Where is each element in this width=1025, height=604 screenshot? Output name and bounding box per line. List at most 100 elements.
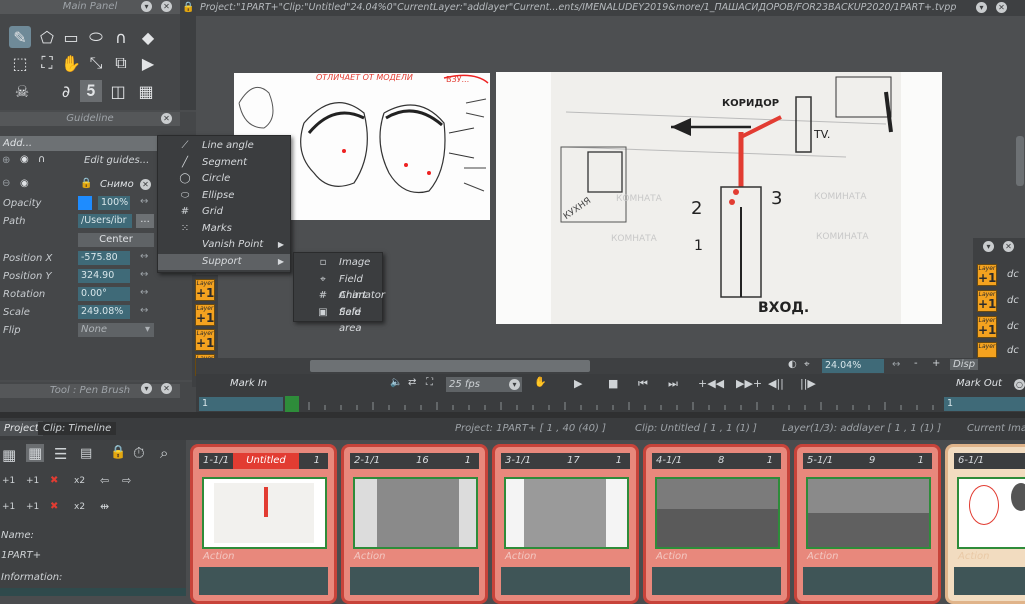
clip-action-label[interactable]: Action — [807, 551, 839, 562]
menu-item-field-chart[interactable]: ⌖ Field Chart — [294, 272, 382, 302]
delete-button[interactable]: ✖ — [50, 501, 58, 512]
flip-select[interactable]: None ▾ — [78, 323, 154, 337]
collapse-icon[interactable]: ⊖ — [2, 178, 10, 189]
next-key-button[interactable]: ▶▶+ — [736, 377, 762, 390]
frame-out-field[interactable]: 1 — [944, 397, 1025, 411]
eraser-tool-icon[interactable]: ◆ — [137, 26, 159, 48]
lock-icon[interactable]: 🔒 — [110, 445, 126, 460]
menu-item-animator-field[interactable]: # Animator field — [294, 288, 385, 318]
clip-notes-field[interactable] — [199, 567, 328, 595]
menu-item-support[interactable]: Support ▶ — [158, 253, 290, 270]
fullscreen-icon[interactable]: ⛶ — [426, 377, 433, 388]
horizontal-scrollbar[interactable] — [310, 360, 590, 372]
thumbnail-view-icon[interactable]: ▤ — [80, 446, 92, 461]
remove-guide-icon[interactable]: ✕ — [140, 179, 151, 190]
hand-scrub-icon[interactable]: ✋ — [534, 377, 546, 388]
collapse-icon[interactable]: ▾ — [141, 383, 152, 394]
clip-notes-field[interactable] — [803, 567, 932, 595]
menu-item-marks[interactable]: ⁙ Marks — [158, 221, 290, 238]
add-layer-button[interactable]: Layer — [977, 342, 997, 358]
clip-card[interactable]: 1-1/1 Untitled 1 Action — [190, 444, 337, 604]
zoom-in-button[interactable]: + — [932, 358, 940, 369]
menu-item-circle[interactable]: ◯ Circle — [158, 171, 290, 188]
center-button[interactable]: Center — [78, 233, 154, 247]
playhead[interactable] — [285, 396, 299, 412]
magnet-icon[interactable]: ∩ — [38, 154, 45, 165]
warp-tool-icon[interactable]: ⧉ — [110, 52, 132, 74]
eye-icon[interactable]: ◉ — [20, 178, 29, 189]
clip-card[interactable]: 5-1/1 9 1 Action — [794, 444, 941, 604]
position-x-field[interactable]: -575.80 — [78, 251, 130, 265]
move-right-icon[interactable]: ⇨ — [122, 474, 131, 487]
move-left-icon[interactable]: ⇦ — [100, 474, 109, 487]
guide-layer-row[interactable]: ⊖ ◉ 🔒 Снимо ✕ — [0, 178, 158, 192]
collapse-icon[interactable]: ▾ — [976, 2, 987, 13]
add-scene-button[interactable]: +1 — [26, 502, 39, 512]
lock-icon[interactable]: 🔒 — [80, 178, 92, 189]
close-icon[interactable]: ✕ — [161, 113, 172, 124]
clip-thumbnail[interactable] — [202, 477, 327, 549]
collapse-icon[interactable]: ▾ — [983, 241, 994, 252]
scale-field[interactable]: 249.08% — [78, 305, 130, 319]
clip-card[interactable]: 3-1/1 17 1 Action — [492, 444, 639, 604]
path-field[interactable]: /Users/ibr — [78, 214, 132, 228]
fps-select[interactable]: 25 fps ▾ — [446, 377, 522, 392]
clip-thumbnail[interactable] — [353, 477, 478, 549]
fill-tool-icon[interactable]: ⬠ — [36, 26, 58, 48]
tab-project[interactable]: Project — [0, 421, 43, 436]
project-name[interactable]: 1PART+ — [1, 550, 41, 561]
selection-tool-icon[interactable]: ⬚ — [9, 52, 31, 74]
camera-tool-icon[interactable]: ▶ — [137, 52, 159, 74]
add-layer-button[interactable]: Layer+1 — [977, 264, 997, 286]
rectangle-tool-icon[interactable]: ▭ — [60, 26, 82, 48]
zoom-fit-icon[interactable]: ◐ — [788, 359, 797, 370]
eye-icon[interactable]: ◉ — [20, 154, 29, 165]
vertical-scrollbar[interactable] — [1016, 136, 1024, 186]
close-icon[interactable]: ✕ — [1003, 241, 1014, 252]
clip-name[interactable]: 17 — [567, 453, 580, 469]
add-layer-button[interactable]: Layer+1 — [977, 290, 997, 312]
zoom-field[interactable]: 24.04% — [822, 359, 884, 373]
clip-notes-field[interactable] — [954, 567, 1025, 595]
add-layer-button[interactable]: Layer+1 — [195, 329, 215, 351]
stepper-icon[interactable]: ↔ — [140, 251, 148, 262]
grid-tool-icon[interactable]: ▦ — [135, 80, 157, 102]
position-y-field[interactable]: 324.90 — [78, 269, 130, 283]
menu-item-safe-area[interactable]: ▣ Safe area — [294, 305, 382, 335]
add-dropdown[interactable]: Add... — [0, 136, 158, 151]
stepper-icon[interactable]: ↔ — [892, 359, 900, 370]
play-button[interactable]: ▶ — [574, 377, 582, 390]
transform-tool-icon[interactable]: ⤡ — [85, 52, 107, 74]
previous-frame-button[interactable]: ◀|| — [768, 377, 784, 390]
edit-guides-button[interactable]: Edit guides... — [84, 155, 149, 166]
skull-tool-icon[interactable]: ☠ — [11, 80, 33, 102]
zoom-out-button[interactable]: - — [914, 358, 918, 369]
mark-in-label[interactable]: Mark In — [230, 378, 267, 389]
clip-card[interactable]: 4-1/1 8 1 Action — [643, 444, 790, 604]
stop-button[interactable]: ■ — [608, 377, 618, 390]
clip-action-label[interactable]: Action — [354, 551, 386, 562]
first-frame-button[interactable]: ⏮ — [638, 377, 648, 391]
add-layer-button[interactable]: Layer+1 — [977, 316, 997, 338]
curve-tool-icon[interactable]: ∩ — [110, 26, 132, 48]
add-layer-button[interactable]: Layer+1 — [195, 279, 215, 301]
display-dropdown[interactable]: Disp — [950, 359, 979, 370]
menu-item-ellipse[interactable]: ⬭ Ellipse — [158, 188, 290, 205]
close-icon[interactable]: ✕ — [161, 1, 172, 12]
clip-notes-field[interactable] — [501, 567, 630, 595]
clip-thumbnail[interactable] — [806, 477, 931, 549]
add-layer-button[interactable]: Layer+1 — [195, 304, 215, 326]
grid-view-icon[interactable]: ▦ — [2, 446, 16, 464]
hand-tool-icon[interactable]: ✋ — [60, 52, 82, 74]
clip-card[interactable]: 2-1/1 16 1 Action — [341, 444, 488, 604]
magic-selection-icon[interactable]: ⛶ — [36, 52, 58, 74]
close-icon[interactable]: ✕ — [996, 2, 1007, 13]
clip-thumbnail[interactable] — [655, 477, 780, 549]
clip-name[interactable]: 8 — [718, 453, 724, 469]
lasso-tool-icon[interactable]: 𝟓 — [80, 80, 102, 102]
clip-name[interactable]: 9 — [869, 453, 875, 469]
information-field[interactable] — [0, 588, 186, 596]
stepper-icon[interactable]: ↔ — [140, 269, 148, 280]
browse-button[interactable]: ... — [136, 214, 154, 228]
split-icon[interactable]: ⇹ — [100, 500, 109, 513]
